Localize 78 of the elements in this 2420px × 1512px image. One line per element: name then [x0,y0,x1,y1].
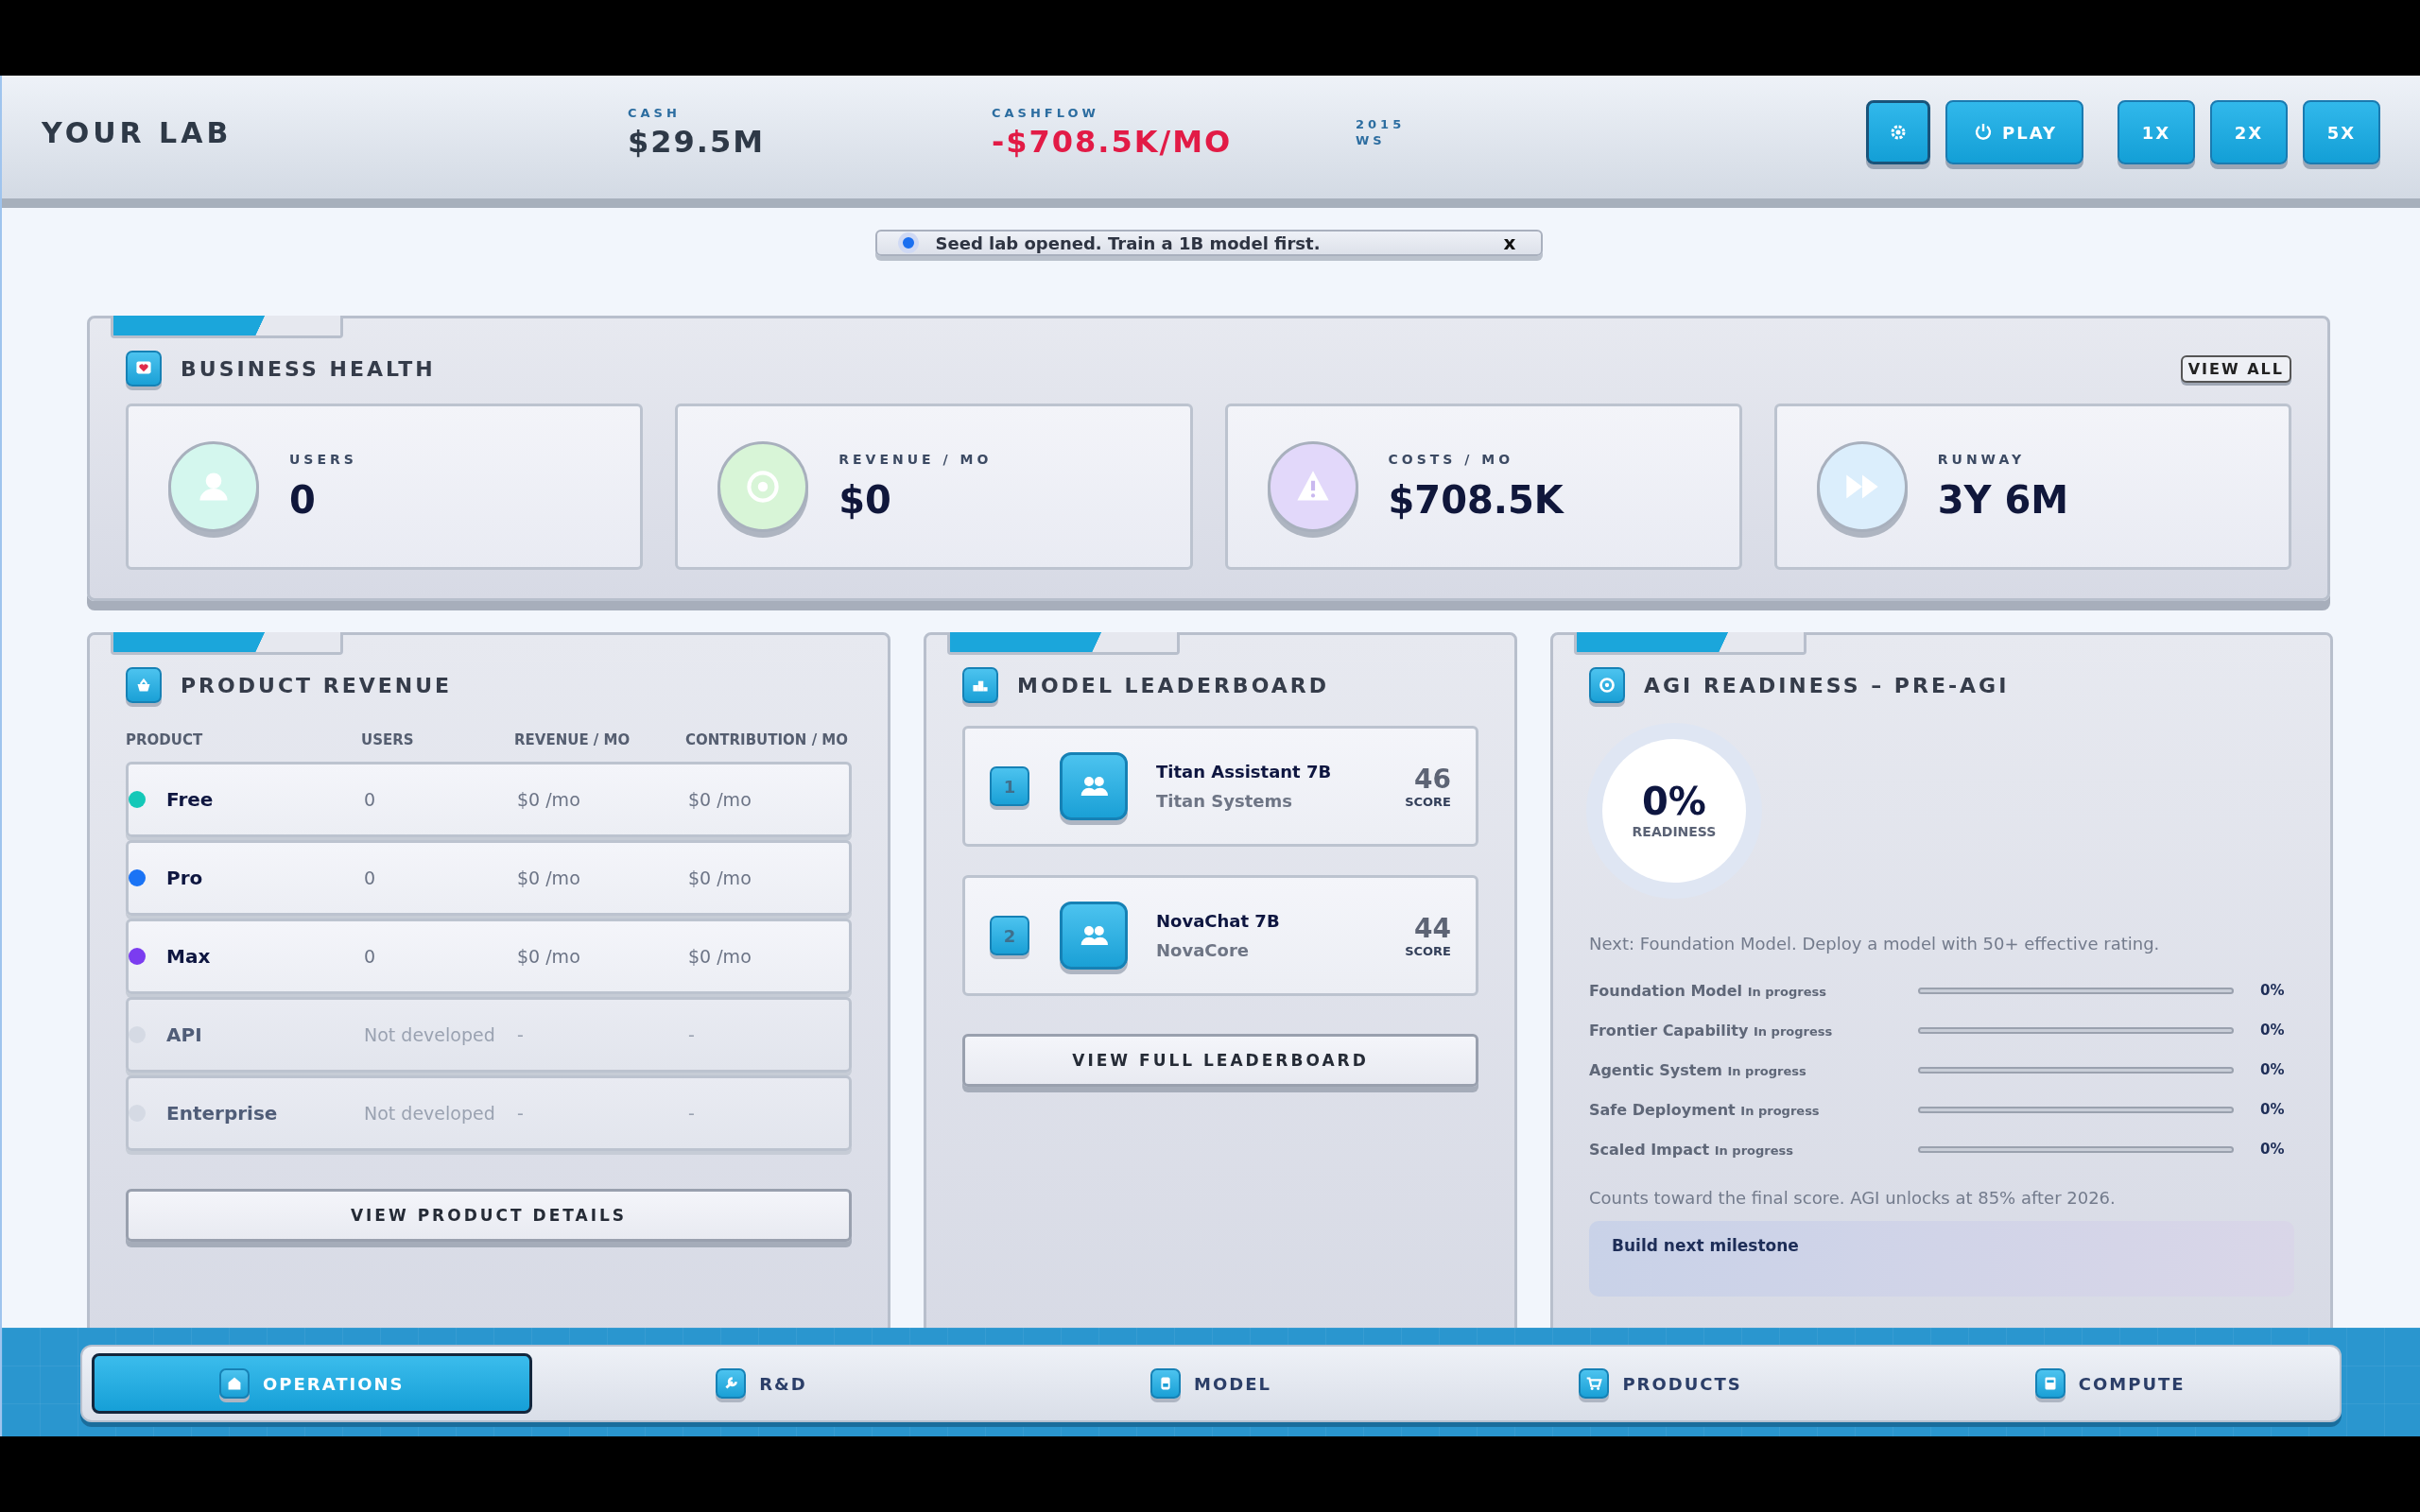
score-value: 46 [1414,764,1451,795]
model-name: Titan Assistant 7B [1156,762,1333,782]
milestone-name: Scaled Impact In progress [1589,1140,1795,1159]
table-cell-text: $0 /mo [688,946,752,967]
milestone-percent: 0% [2259,1101,2286,1118]
company-name: NovaCore [1156,940,1250,960]
lab-title: YOUR LAB [42,115,233,149]
readiness-label: READINESS [1632,824,1717,839]
milestone-name: Foundation Model In progress [1589,981,1827,1000]
metric-value: 3Y 6M [1937,478,2069,522]
milestone-percent: 0% [2259,982,2286,999]
nav-tab[interactable]: MODEL [991,1353,1431,1414]
table-cell-text: 0 [364,946,377,967]
milestone-percent: 0% [2259,1141,2286,1158]
stat-label: CASH [628,105,682,120]
table-cell-text: - [517,1024,525,1045]
metric-value: 0 [289,478,317,522]
table-cell-text: - [688,1024,696,1045]
model-name: NovaChat 7B [1156,911,1281,931]
score-value: 44 [1414,913,1451,944]
milestone-name: Safe Deployment In progress [1589,1100,1821,1119]
stat-label: CASHFLOW [992,105,1100,120]
column-header: CONTRIBUTION / MO [685,731,849,748]
season-label: WS [1356,133,1387,147]
metric-label: REVENUE / MO [838,452,993,467]
nav-tab[interactable]: R&D [541,1353,982,1414]
product-row[interactable]: Pro 0 $0 /mo $0 /mo [126,840,852,916]
table-cell-text: Not developed [364,1103,496,1124]
nav-tab[interactable]: PRODUCTS [1440,1353,1881,1414]
milestone-percent: 0% [2259,1061,2286,1078]
score-label: SCORE [1405,795,1451,809]
milestone-percent: 0% [2259,1022,2286,1039]
score-note-text: Counts toward the final score. AGI unlocks at 85% after 2026. [1589,1188,2117,1208]
table-cell-text: $0 /mo [517,789,581,810]
year-label: 2015 [1356,117,1407,131]
stat-value: $29.5M [628,123,767,160]
status-dot-icon [897,232,919,253]
product-row[interactable]: Max 0 $0 /mo $0 /mo [126,919,852,994]
table-cell-text: - [688,1103,696,1124]
table-cell-text: 0 [364,789,377,810]
product-name: Pro [166,867,203,889]
column-header: REVENUE / MO [514,731,631,748]
view-all-button[interactable]: VIEW ALL [2180,354,2291,383]
panel-title: AGI READINESS – PRE-AGI [1644,673,2011,697]
panel-title: BUSINESS HEALTH [181,356,437,381]
milestone-name: Agentic System In progress [1589,1060,1807,1079]
product-name: Enterprise [166,1102,278,1125]
build-milestone-title: Build next milestone [1612,1236,1800,1255]
column-header: PRODUCT [126,731,204,748]
table-cell-text: - [517,1103,525,1124]
table-cell-text: Not developed [364,1024,496,1045]
product-row[interactable]: API Not developed - - [126,997,852,1073]
column-header: USERS [361,731,415,748]
table-cell-text: $0 /mo [688,868,752,888]
product-name: Free [166,788,214,811]
metric-value: $0 [838,478,892,522]
metric-label: COSTS / MO [1388,452,1515,467]
table-cell-text: $0 /mo [517,868,581,888]
notification-message: Seed lab opened. Train a 1B model first. [935,232,1322,253]
panel-title: PRODUCT REVENUE [181,673,454,697]
stat-value: -$708.5K/MO [992,123,1234,160]
nav-tab[interactable]: COMPUTE [1890,1353,2330,1414]
product-name: API [166,1023,202,1046]
metric-label: RUNWAY [1937,452,2027,467]
table-cell-text: 0 [364,868,377,888]
table-cell-text: $0 /mo [517,946,581,967]
metric-value: $708.5K [1388,478,1564,522]
readiness-value: 0% [1642,782,1706,820]
company-name: Titan Systems [1156,791,1293,811]
close-button[interactable]: x [1499,232,1520,254]
next-milestone-text: Next: Foundation Model. Deploy a model with 50+ effective rating. [1589,934,2161,954]
metric-label: USERS [289,452,357,467]
score-label: SCORE [1405,944,1451,958]
panel-title: MODEL LEADERBOARD [1017,673,1330,697]
product-row[interactable]: Free 0 $0 /mo $0 /mo [126,762,852,837]
milestone-name: Frontier Capability In progress [1589,1021,1834,1040]
table-cell-text: $0 /mo [688,789,752,810]
product-name: Max [166,945,211,968]
